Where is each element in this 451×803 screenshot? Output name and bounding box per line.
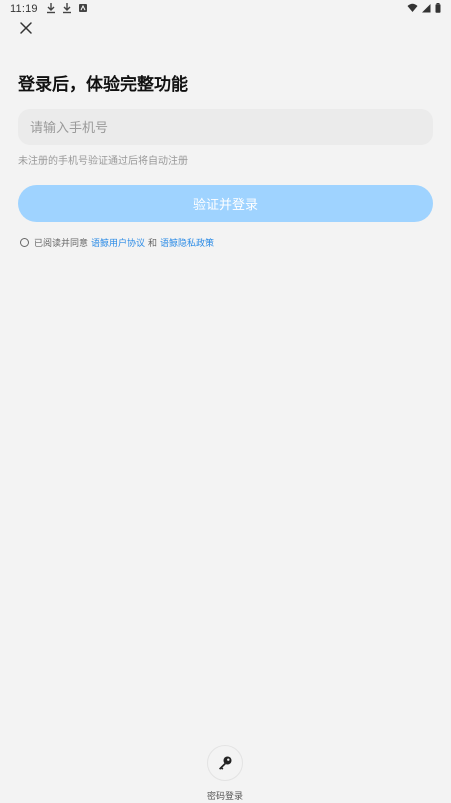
app-notification-icon	[79, 4, 87, 12]
status-bar: 11:19	[0, 0, 451, 20]
agreement-prefix: 已阅读并同意	[34, 239, 89, 249]
agreement-and: 和	[148, 239, 158, 249]
close-icon	[20, 22, 32, 34]
agreement-checkbox[interactable]	[20, 238, 29, 247]
agreement-row: 已阅读并同意 语鲸用户协议 和 语鲸隐私政策	[20, 236, 217, 249]
verify-login-button[interactable]: 验证并登录	[18, 185, 433, 222]
phone-input[interactable]	[18, 109, 433, 145]
password-login-button[interactable]: 密码登录	[200, 745, 250, 802]
download-icon	[63, 3, 71, 14]
auto-register-hint: 未注册的手机号验证通过后将自动注册	[18, 156, 188, 167]
user-agreement-link[interactable]: 语鲸用户协议	[91, 236, 145, 249]
battery-icon	[435, 3, 441, 13]
password-login-label: 密码登录	[206, 792, 243, 802]
password-login-icon-circle[interactable]	[207, 745, 243, 781]
status-notification-icons	[46, 2, 88, 14]
status-time: 11:19	[10, 3, 38, 15]
page-title: 登录后，体验完整功能	[18, 75, 188, 95]
close-button[interactable]	[16, 18, 36, 38]
status-system-icons	[407, 3, 441, 13]
privacy-policy-link[interactable]: 语鲸隐私政策	[160, 236, 214, 249]
signal-icon	[422, 4, 431, 13]
key-icon	[219, 756, 232, 770]
download-icon	[47, 3, 55, 14]
wifi-icon	[407, 3, 418, 12]
